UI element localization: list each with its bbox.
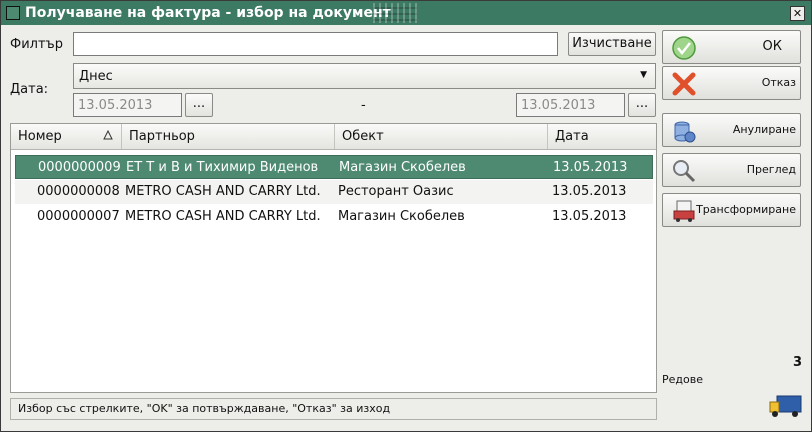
row-date: 13.05.2013 xyxy=(552,184,627,199)
row-partner: ЕТ Т и В и Тихимир Виденов xyxy=(126,160,319,175)
row-partner: METRO CASH AND CARRY Ltd. xyxy=(125,209,321,224)
column-header-number[interactable]: Номер xyxy=(11,124,122,149)
row-partner: METRO CASH AND CARRY Ltd. xyxy=(125,184,321,199)
date-period-value: Днес xyxy=(79,69,113,84)
clear-button[interactable]: Изчистване xyxy=(568,32,656,56)
row-date: 13.05.2013 xyxy=(553,160,628,175)
column-header-partner[interactable]: Партньор xyxy=(122,124,335,149)
transform-button[interactable]: Трансформиране xyxy=(662,193,801,227)
transform-label: Трансформиране xyxy=(696,203,796,216)
row-number: 0000000009 xyxy=(38,160,121,175)
date-to-picker-button[interactable]: ... xyxy=(628,93,656,117)
column-header-site[interactable]: Обект xyxy=(335,124,548,149)
row-site: Магазин Скобелев xyxy=(339,160,466,175)
column-header-number-label: Номер xyxy=(18,129,62,144)
dialog-window: Получаване на фактура - избор на докумен… xyxy=(0,0,812,432)
table-header: Номер Партньор Обект Дата xyxy=(11,124,656,150)
cancel-label: Отказ xyxy=(761,76,796,89)
date-range-separator: - xyxy=(361,98,366,113)
rows-count: 3 xyxy=(793,355,803,370)
filter-label: Филтър xyxy=(10,37,63,52)
database-delete-icon xyxy=(674,121,696,143)
row-number: 0000000007 xyxy=(37,209,120,224)
magnifier-icon xyxy=(673,160,696,183)
titlebar-pattern xyxy=(373,3,417,23)
checkmark-icon xyxy=(672,36,696,60)
sort-ascending-icon xyxy=(103,130,113,140)
preview-label: Преглед xyxy=(746,163,796,176)
date-from-input[interactable]: 13.05.2013 xyxy=(73,93,182,117)
date-period-select[interactable]: Днес ▼ xyxy=(73,63,656,89)
annul-label: Анулиране xyxy=(732,123,796,136)
truck-icon xyxy=(769,395,802,417)
ok-button[interactable]: ОК xyxy=(662,30,801,64)
filter-input[interactable] xyxy=(73,32,558,56)
row-date: 13.05.2013 xyxy=(552,209,627,224)
title-bar[interactable]: Получаване на фактура - избор на докумен… xyxy=(1,1,811,25)
ok-label: ОК xyxy=(762,39,782,54)
cancel-button[interactable]: Отказ xyxy=(662,66,801,100)
cross-icon xyxy=(672,72,696,96)
document-transform-icon xyxy=(673,200,695,222)
column-header-date[interactable]: Дата xyxy=(548,124,656,149)
annul-button[interactable]: Анулиране xyxy=(662,113,801,147)
table-row[interactable]: 0000000009 ЕТ Т и В и Тихимир Виденов Ма… xyxy=(15,155,653,179)
documents-table[interactable]: Номер Партньор Обект Дата 0000000009 ЕТ … xyxy=(10,123,657,393)
status-text: Избор със стрелките, "OK" за потвърждава… xyxy=(18,402,391,415)
status-bar: Избор със стрелките, "OK" за потвърждава… xyxy=(10,398,657,420)
window-title: Получаване на фактура - избор на докумен… xyxy=(25,5,391,21)
close-icon[interactable]: ✕ xyxy=(790,6,805,21)
row-number: 0000000008 xyxy=(37,184,120,199)
table-row[interactable]: 0000000008 METRO CASH AND CARRY Ltd. Рес… xyxy=(15,180,653,204)
table-row[interactable]: 0000000007 METRO CASH AND CARRY Ltd. Маг… xyxy=(15,205,653,229)
rows-label: Редове xyxy=(662,373,703,386)
dropdown-arrow-icon: ▼ xyxy=(640,70,647,80)
preview-button[interactable]: Преглед xyxy=(662,153,801,187)
date-from-picker-button[interactable]: ... xyxy=(185,93,213,117)
window-menu-icon[interactable] xyxy=(6,6,20,20)
date-to-input[interactable]: 13.05.2013 xyxy=(516,93,625,117)
row-site: Магазин Скобелев xyxy=(338,209,465,224)
date-label: Дата: xyxy=(10,82,49,97)
row-site: Ресторант Оазис xyxy=(338,184,454,199)
